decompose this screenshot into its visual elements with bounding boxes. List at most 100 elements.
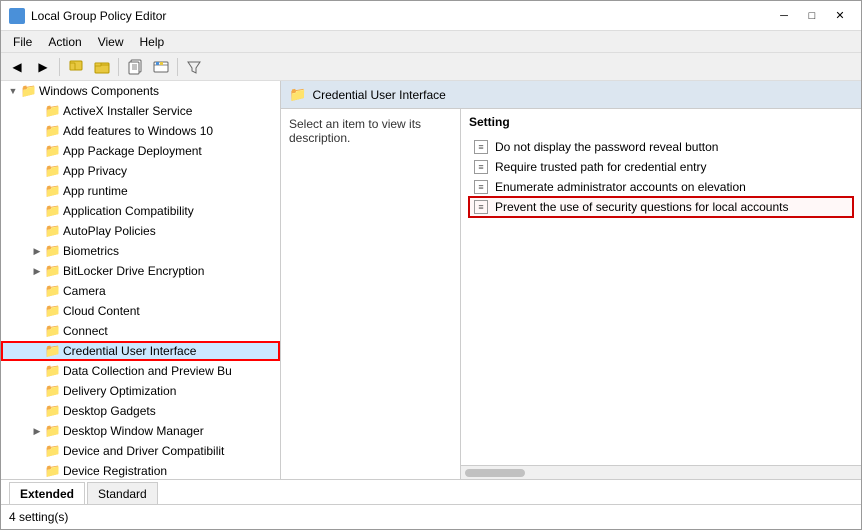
autoplay-expander — [29, 223, 45, 239]
right-panel-scrollbar[interactable] — [461, 465, 861, 479]
biometrics-expander: ▶ — [29, 243, 45, 259]
title-bar: Local Group Policy Editor ─ □ ✕ — [1, 1, 861, 31]
right-panel-header: 📁 Credential User Interface — [281, 81, 861, 109]
setting-icon-enumerate: ≡ — [473, 179, 489, 195]
camera-folder-icon: 📁 — [45, 283, 61, 299]
app-runtime-expander — [29, 183, 45, 199]
setting-icon-box-2: ≡ — [474, 160, 488, 174]
activex-expander — [29, 103, 45, 119]
activex-folder-icon: 📁 — [45, 103, 61, 119]
add-features-label: Add features to Windows 10 — [63, 124, 213, 138]
bitlocker-label: BitLocker Drive Encryption — [63, 264, 204, 278]
tree-item-app-compat[interactable]: 📁 Application Compatibility — [1, 201, 280, 221]
title-bar-left: Local Group Policy Editor — [9, 8, 166, 24]
root-label: Windows Components — [39, 84, 159, 98]
bitlocker-expander: ▶ — [29, 263, 45, 279]
tree-scroll[interactable]: ▼ 📁 Windows Components 📁 ActiveX Install… — [1, 81, 280, 479]
maximize-button[interactable]: □ — [799, 6, 825, 26]
biometrics-label: Biometrics — [63, 244, 119, 258]
setting-require-trusted-path[interactable]: ≡ Require trusted path for credential en… — [469, 157, 853, 177]
tree-root-windows-components[interactable]: ▼ 📁 Windows Components — [1, 81, 280, 101]
setting-icon-no-password: ≡ — [473, 139, 489, 155]
setting-icon-trusted-path: ≡ — [473, 159, 489, 175]
minimize-button[interactable]: ─ — [771, 6, 797, 26]
filter-button[interactable] — [182, 56, 206, 78]
data-collection-folder-icon: 📁 — [45, 363, 61, 379]
tree-item-desktop-wm[interactable]: ▶ 📁 Desktop Window Manager — [1, 421, 280, 441]
tabs-row: Extended Standard — [1, 480, 861, 505]
setting-icon-prevent: ≡ — [473, 199, 489, 215]
setting-icon-box-3: ≡ — [474, 180, 488, 194]
setting-prevent-security-questions[interactable]: ≡ Prevent the use of security questions … — [469, 197, 853, 217]
app-package-label: App Package Deployment — [63, 144, 202, 158]
tree-item-activex[interactable]: 📁 ActiveX Installer Service — [1, 101, 280, 121]
tree-item-bitlocker[interactable]: ▶ 📁 BitLocker Drive Encryption — [1, 261, 280, 281]
tree-item-device-reg[interactable]: 📁 Device Registration — [1, 461, 280, 479]
bitlocker-folder-icon: 📁 — [45, 263, 61, 279]
copy-button[interactable] — [123, 56, 147, 78]
menu-file[interactable]: File — [5, 33, 40, 51]
tree-item-cloud-content[interactable]: 📁 Cloud Content — [1, 301, 280, 321]
desktop-gadgets-folder-icon: 📁 — [45, 403, 61, 419]
setting-label-no-password: Do not display the password reveal butto… — [495, 140, 718, 154]
device-driver-expander — [29, 443, 45, 459]
setting-enumerate-admin[interactable]: ≡ Enumerate administrator accounts on el… — [469, 177, 853, 197]
setting-label-prevent: Prevent the use of security questions fo… — [495, 200, 789, 214]
description-text: Select an item to view its description. — [289, 117, 421, 145]
tree-item-camera[interactable]: 📁 Camera — [1, 281, 280, 301]
tree-item-autoplay[interactable]: 📁 AutoPlay Policies — [1, 221, 280, 241]
window-controls: ─ □ ✕ — [771, 6, 853, 26]
credential-ui-folder-icon: 📁 — [45, 343, 61, 359]
setting-no-password-reveal[interactable]: ≡ Do not display the password reveal but… — [469, 137, 853, 157]
setting-icon-box-1: ≡ — [474, 140, 488, 154]
tree-item-app-package[interactable]: 📁 App Package Deployment — [1, 141, 280, 161]
app-privacy-label: App Privacy — [63, 164, 127, 178]
data-collection-expander — [29, 363, 45, 379]
tree-item-biometrics[interactable]: ▶ 📁 Biometrics — [1, 241, 280, 261]
setting-label-enumerate: Enumerate administrator accounts on elev… — [495, 180, 746, 194]
toolbar: ◀ ▶ — [1, 53, 861, 81]
menu-help[interactable]: Help — [132, 33, 173, 51]
tab-standard[interactable]: Standard — [87, 482, 158, 504]
back-button[interactable]: ◀ — [5, 56, 29, 78]
autoplay-label: AutoPlay Policies — [63, 224, 156, 238]
tree-item-app-privacy[interactable]: 📁 App Privacy — [1, 161, 280, 181]
h-scrollbar-thumb[interactable] — [465, 469, 525, 477]
tree-item-device-driver[interactable]: 📁 Device and Driver Compatibilit — [1, 441, 280, 461]
root-expander-icon: ▼ — [5, 83, 21, 99]
add-features-folder-icon: 📁 — [45, 123, 61, 139]
tree-item-desktop-gadgets[interactable]: 📁 Desktop Gadgets — [1, 401, 280, 421]
tree-item-connect[interactable]: 📁 Connect — [1, 321, 280, 341]
tree-panel: ▼ 📁 Windows Components 📁 ActiveX Install… — [1, 81, 281, 479]
app-icon — [9, 8, 25, 24]
tree-item-credential-ui[interactable]: 📁 Credential User Interface — [1, 341, 280, 361]
delivery-opt-label: Delivery Optimization — [63, 384, 176, 398]
app-compat-expander — [29, 203, 45, 219]
close-button[interactable]: ✕ — [827, 6, 853, 26]
settings-panel: Setting ≡ Do not display the password re… — [461, 109, 861, 465]
menu-action[interactable]: Action — [40, 33, 89, 51]
status-text: 4 setting(s) — [9, 510, 68, 524]
main-window: Local Group Policy Editor ─ □ ✕ File Act… — [0, 0, 862, 530]
up-button[interactable] — [64, 56, 88, 78]
tree-item-delivery-opt[interactable]: 📁 Delivery Optimization — [1, 381, 280, 401]
app-compat-label: Application Compatibility — [63, 204, 194, 218]
toolbar-separator-3 — [177, 58, 178, 76]
menu-bar: File Action View Help — [1, 31, 861, 53]
forward-button[interactable]: ▶ — [31, 56, 55, 78]
menu-view[interactable]: View — [90, 33, 132, 51]
settings-header: Setting — [469, 113, 853, 131]
setting-label-trusted-path: Require trusted path for credential entr… — [495, 160, 706, 174]
cloud-content-folder-icon: 📁 — [45, 303, 61, 319]
desktop-wm-expander: ▶ — [29, 423, 45, 439]
activex-label: ActiveX Installer Service — [63, 104, 192, 118]
tab-extended[interactable]: Extended — [9, 482, 85, 504]
app-package-expander — [29, 143, 45, 159]
device-reg-folder-icon: 📁 — [45, 463, 61, 479]
tree-item-add-features[interactable]: 📁 Add features to Windows 10 — [1, 121, 280, 141]
folder-button[interactable] — [90, 56, 114, 78]
tree-item-data-collection[interactable]: 📁 Data Collection and Preview Bu — [1, 361, 280, 381]
tree-item-app-runtime[interactable]: 📁 App runtime — [1, 181, 280, 201]
credential-ui-label: Credential User Interface — [63, 344, 196, 358]
properties-button[interactable] — [149, 56, 173, 78]
